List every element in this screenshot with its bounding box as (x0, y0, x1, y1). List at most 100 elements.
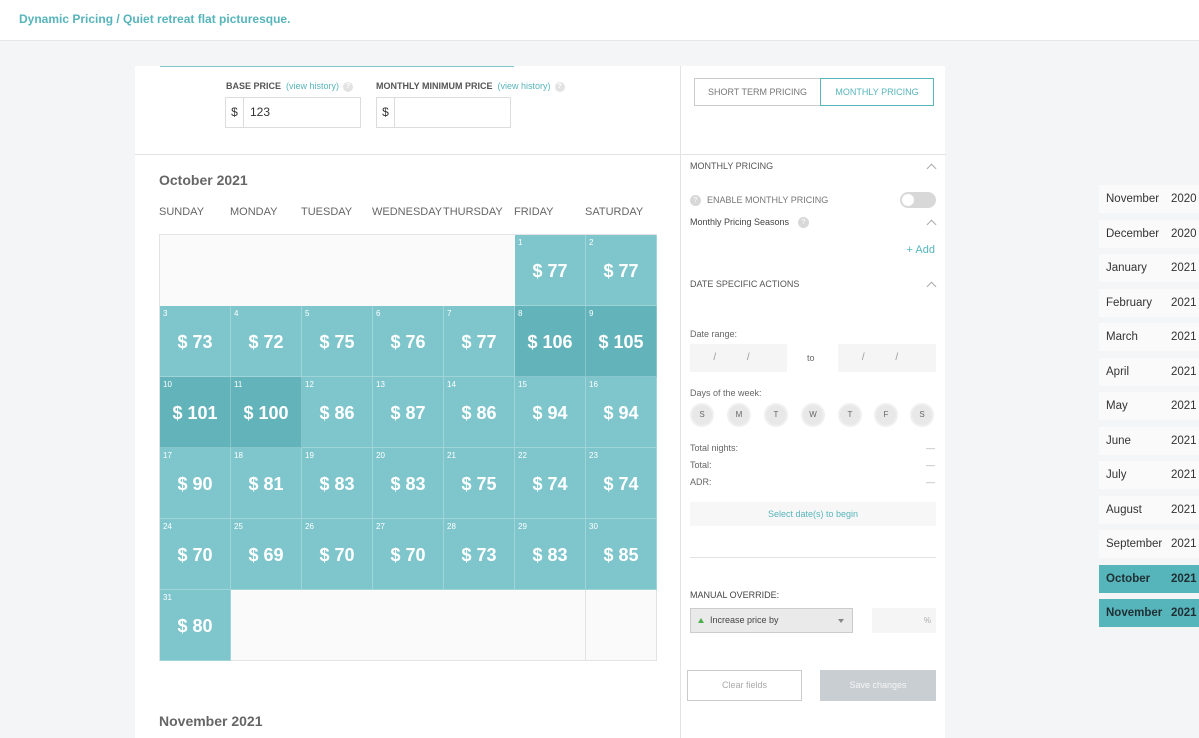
calendar-day-cell[interactable]: 14 $ 86 (444, 377, 515, 448)
day-number: 22 (518, 451, 527, 460)
month-list-item[interactable]: September 2021 (1099, 530, 1199, 558)
enable-monthly-toggle[interactable] (900, 192, 936, 208)
month-year: 2021 (1171, 262, 1197, 274)
chevron-up-icon[interactable] (926, 281, 937, 292)
calendar-day-cell[interactable]: 11 $ 100 (231, 377, 302, 448)
calendar-day-cell[interactable]: 9 $ 105 (586, 306, 657, 377)
day-toggle[interactable]: M (727, 403, 751, 427)
month-list-item[interactable]: November 2021 (1099, 599, 1199, 627)
day-price: $ 69 (248, 545, 284, 565)
calendar-day-cell[interactable]: 23 $ 74 (586, 448, 657, 519)
chevron-up-icon[interactable] (926, 163, 937, 174)
calendar-day-cell[interactable]: 30 $ 85 (586, 519, 657, 590)
day-toggle[interactable]: F (874, 403, 898, 427)
calendar-day-cell[interactable]: 19 $ 83 (302, 448, 373, 519)
month-list-item[interactable]: March 2021 (1099, 323, 1199, 351)
pricing-mode-tabs: SHORT TERM PRICING MONTHLY PRICING (694, 78, 934, 106)
help-icon[interactable]: ? (690, 195, 701, 206)
help-icon[interactable]: ? (554, 81, 565, 92)
help-icon[interactable]: ? (343, 81, 354, 92)
day-toggle[interactable]: S (910, 403, 934, 427)
base-view-history-link[interactable]: (view history) (286, 81, 339, 91)
calendar-day-cell[interactable]: 15 $ 94 (515, 377, 586, 448)
month-list-item[interactable]: April 2021 (1099, 357, 1199, 386)
calendar-day-cell[interactable]: 18 $ 81 (231, 448, 302, 519)
calendar-grid: 1 $ 77 2 $ 77 3 $ 73 4 $ 72 5 $ 75 6 $ 76 7 $ 77 8 $ 10… (159, 234, 657, 661)
day-price: $ 74 (532, 474, 568, 494)
day-number: 31 (163, 593, 172, 602)
month-list-item[interactable]: November 2020 (1099, 185, 1199, 213)
calendar-day-cell[interactable]: 16 $ 94 (586, 377, 657, 448)
month-list-item[interactable]: May 2021 (1099, 392, 1199, 420)
month-list-item[interactable]: October 2021 (1099, 564, 1199, 593)
calendar-day-cell[interactable]: 3 $ 73 (160, 306, 231, 377)
calendar-day-cell[interactable]: 5 $ 75 (302, 306, 373, 377)
breadcrumb[interactable]: Dynamic Pricing / Quiet retreat flat pic… (19, 12, 290, 26)
day-price: $ 100 (243, 403, 289, 423)
monthly-view-history-link[interactable]: (view history) (498, 81, 551, 91)
calendar-day-cell[interactable]: 4 $ 72 (231, 306, 302, 377)
day-toggle[interactable]: W (801, 403, 825, 427)
calendar-day-cell[interactable]: 13 $ 87 (373, 377, 444, 448)
calendar-day-cell[interactable]: 12 $ 86 (302, 377, 373, 448)
day-number: 30 (589, 522, 598, 531)
day-number: 24 (163, 522, 172, 531)
day-price: $ 90 (177, 474, 213, 494)
to-label: to (807, 353, 815, 363)
day-price: $ 87 (390, 403, 426, 423)
month-list-item[interactable]: July 2021 (1099, 461, 1199, 489)
tab-underline (160, 66, 514, 67)
calendar-day-cell[interactable]: 2 $ 77 (586, 235, 657, 306)
calendar-day-cell[interactable]: 20 $ 83 (373, 448, 444, 519)
start-date-input[interactable]: / / (690, 344, 787, 372)
tab-short-term-pricing[interactable]: SHORT TERM PRICING (695, 79, 820, 105)
day-toggle[interactable]: T (838, 403, 862, 427)
clear-fields-button[interactable]: Clear fields (687, 670, 802, 701)
day-price: $ 86 (319, 403, 355, 423)
help-icon[interactable]: ? (798, 217, 809, 228)
day-of-week-label: WEDNESDAY (372, 206, 443, 218)
chevron-up-icon[interactable] (926, 219, 937, 230)
calendar-day-cell[interactable]: 17 $ 90 (160, 448, 231, 519)
calendar-day-cell[interactable]: 24 $ 70 (160, 519, 231, 590)
calendar-day-cell[interactable]: 21 $ 75 (444, 448, 515, 519)
override-percent-input[interactable]: % (872, 608, 936, 633)
day-toggle[interactable]: T (764, 403, 788, 427)
calendar-day-cell[interactable]: 29 $ 83 (515, 519, 586, 590)
day-price: $ 101 (172, 403, 218, 423)
calendar-day-cell[interactable]: 6 $ 76 (373, 306, 444, 377)
add-season-button[interactable]: + Add (907, 244, 935, 256)
month-list-item[interactable]: August 2021 (1099, 495, 1199, 524)
pricing-sidebar: SHORT TERM PRICING MONTHLY PRICING MONTH… (680, 66, 946, 738)
day-toggle[interactable]: S (690, 403, 714, 427)
total-nights-value: — (926, 443, 935, 453)
currency-symbol: $ (226, 98, 244, 127)
day-price: $ 83 (532, 545, 568, 565)
day-price: $ 70 (390, 545, 426, 565)
monthly-min-price-label: MONTHLY MINIMUM PRICE (view history)? (376, 81, 565, 92)
calendar-day-cell[interactable]: 31 $ 80 (160, 590, 231, 661)
calendar-day-cell[interactable]: 28 $ 73 (444, 519, 515, 590)
day-number: 3 (163, 309, 168, 318)
monthly-min-price-input[interactable]: $ (376, 97, 511, 128)
day-number: 9 (589, 309, 594, 318)
calendar-day-cell[interactable]: 22 $ 74 (515, 448, 586, 519)
save-changes-button[interactable]: Save changes (820, 670, 936, 701)
month-list-item[interactable]: December 2020 (1099, 219, 1199, 248)
calendar-day-cell[interactable]: 25 $ 69 (231, 519, 302, 590)
calendar-day-cell[interactable]: 7 $ 77 (444, 306, 515, 377)
override-type-select[interactable]: Increase price by (690, 608, 853, 633)
calendar-day-cell[interactable]: 27 $ 70 (373, 519, 444, 590)
tab-monthly-pricing[interactable]: MONTHLY PRICING (820, 78, 934, 106)
calendar-day-cell[interactable]: 1 $ 77 (515, 235, 586, 306)
day-number: 16 (589, 380, 598, 389)
calendar-day-cell[interactable]: 8 $ 106 (515, 306, 586, 377)
end-date-input[interactable]: / / (838, 344, 936, 372)
calendar-day-cell[interactable]: 26 $ 70 (302, 519, 373, 590)
month-list-item[interactable]: June 2021 (1099, 426, 1199, 455)
base-price-input[interactable]: $ 123 (225, 97, 361, 128)
month-list-item[interactable]: January 2021 (1099, 254, 1199, 282)
month-list-item[interactable]: February 2021 (1099, 288, 1199, 317)
base-price-label-text: BASE PRICE (226, 81, 282, 91)
calendar-day-cell[interactable]: 10 $ 101 (160, 377, 231, 448)
